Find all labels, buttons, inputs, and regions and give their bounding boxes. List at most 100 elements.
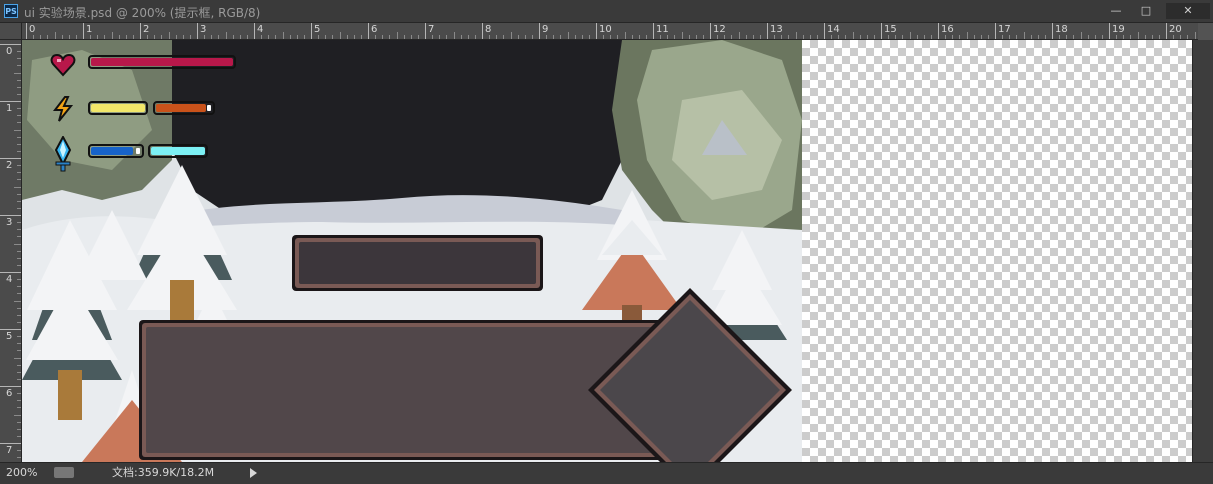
- ruler-tick-major: [1166, 23, 1167, 39]
- ruler-tick-minor: [17, 115, 21, 117]
- ruler-tick-minor: [553, 35, 555, 39]
- ruler-tick-minor: [154, 35, 156, 39]
- ruler-tick-major: [425, 23, 426, 39]
- ruler-tick-minor: [752, 35, 754, 39]
- ruler-tick-minor: [1030, 35, 1032, 39]
- ruler-tick-minor: [546, 35, 548, 39]
- status-menu-arrow-icon[interactable]: [250, 468, 257, 478]
- ruler-tick-minor: [17, 79, 21, 81]
- mana-bar-primary: [88, 144, 144, 158]
- ruler-tick-minor: [17, 86, 21, 88]
- ruler-tick-minor: [17, 400, 21, 402]
- zoom-level[interactable]: 200%: [6, 466, 46, 480]
- ruler-tick-minor: [510, 32, 512, 39]
- ruler-tick-minor: [17, 51, 21, 53]
- ruler-tick-minor: [1158, 35, 1160, 39]
- ruler-tick-minor: [90, 35, 92, 39]
- canvas-area[interactable]: [22, 40, 1192, 462]
- mana-bar-secondary: [148, 144, 208, 158]
- ruler-tick-minor: [75, 35, 77, 39]
- ruler-tick-minor: [182, 35, 184, 39]
- vertical-ruler[interactable]: 0 1 2 3 4 5 6 7: [0, 40, 22, 462]
- ruler-tick-minor: [895, 35, 897, 39]
- ruler-tick-minor: [325, 35, 327, 39]
- ruler-origin[interactable]: [0, 23, 22, 40]
- ruler-tick-minor: [161, 35, 163, 39]
- ruler-tick-minor: [375, 35, 377, 39]
- ruler-tick-minor: [688, 35, 690, 39]
- ruler-tick-minor: [603, 35, 605, 39]
- ruler-label: 8: [485, 24, 492, 35]
- ruler-tick-minor: [17, 150, 21, 152]
- ruler-tick-minor: [17, 65, 21, 67]
- ruler-tick-minor: [1044, 35, 1046, 39]
- transparent-canvas-area[interactable]: [802, 40, 1192, 462]
- minimize-button[interactable]: —: [1103, 3, 1129, 19]
- ruler-tick-minor: [446, 35, 448, 39]
- status-bar: 200% 文档:359.9K/18.2M: [0, 462, 1213, 484]
- ruler-tick-minor: [33, 35, 35, 39]
- status-bar-icon[interactable]: [54, 467, 74, 478]
- ruler-tick-minor: [674, 35, 676, 39]
- ruler-tick-minor: [1173, 35, 1175, 39]
- ruler-tick-major: [1109, 23, 1110, 39]
- ruler-tick-minor: [125, 35, 127, 39]
- ruler-tick-minor: [289, 35, 291, 39]
- ruler-tick-minor: [232, 35, 234, 39]
- ruler-tick-major: [482, 23, 483, 39]
- ruler-tick-minor: [17, 172, 21, 174]
- ruler-tick-minor: [1016, 35, 1018, 39]
- ruler-tick-minor: [852, 32, 854, 39]
- document-size-info[interactable]: 文档:359.9K/18.2M: [112, 466, 214, 480]
- ruler-tick-minor: [1073, 35, 1075, 39]
- ruler-tick-major: [197, 23, 198, 39]
- ruler-tick-minor: [147, 35, 149, 39]
- maximize-button[interactable]: □: [1133, 3, 1159, 19]
- ruler-tick-major: [0, 101, 21, 102]
- ruler-tick-minor: [489, 35, 491, 39]
- ruler-tick-minor: [17, 350, 21, 352]
- ruler-tick-minor: [14, 72, 21, 74]
- ruler-tick-major: [539, 23, 540, 39]
- energy-bar-secondary: [153, 101, 215, 115]
- ruler-tick-minor: [14, 129, 21, 131]
- artboard[interactable]: [22, 40, 802, 462]
- ruler-tick-major: [0, 272, 21, 273]
- ruler-tick-minor: [17, 336, 21, 338]
- title-bar[interactable]: PS ui 实验场景.psd @ 200% (提示框, RGB/8) — □ ✕: [0, 0, 1213, 23]
- ruler-tick-minor: [959, 35, 961, 39]
- ruler-tick-minor: [303, 35, 305, 39]
- vertical-scrollbar[interactable]: [1192, 40, 1213, 462]
- ruler-label: 19: [1112, 24, 1125, 35]
- ruler-tick-minor: [496, 35, 498, 39]
- ruler-tick-minor: [1009, 35, 1011, 39]
- ruler-label: 3: [200, 24, 207, 35]
- mana-bar-secondary-fill: [151, 147, 205, 155]
- ruler-tick-major: [0, 44, 21, 45]
- ruler-label: 13: [770, 24, 783, 35]
- ruler-tick-minor: [17, 229, 21, 231]
- ruler-tick-minor: [17, 286, 21, 288]
- ruler-tick-minor: [531, 35, 533, 39]
- ruler-tick-minor: [17, 450, 21, 452]
- health-bar: [88, 55, 236, 69]
- tooltip-panel-small: [292, 235, 543, 291]
- ruler-label: 6: [6, 388, 13, 399]
- ruler-tick-minor: [1130, 35, 1132, 39]
- ruler-tick-minor: [802, 35, 804, 39]
- ruler-tick-minor: [40, 35, 42, 39]
- ruler-tick-minor: [17, 122, 21, 124]
- close-button[interactable]: ✕: [1166, 3, 1210, 19]
- ruler-tick-minor: [17, 108, 21, 110]
- ruler-tick-major: [938, 23, 939, 39]
- horizontal-ruler[interactable]: 0 1 2 3 4 5 6 7 8 9 10 11 12 13 14 15 16 17 18 19 20: [22, 23, 1198, 40]
- ruler-tick-minor: [17, 193, 21, 195]
- ruler-tick-minor: [17, 136, 21, 138]
- ruler-label: 15: [884, 24, 897, 35]
- ruler-tick-minor: [417, 35, 419, 39]
- ruler-tick-minor: [909, 32, 911, 39]
- ruler-tick-minor: [453, 32, 455, 39]
- ruler-tick-major: [140, 23, 141, 39]
- ruler-tick-minor: [588, 35, 590, 39]
- ruler-tick-minor: [745, 35, 747, 39]
